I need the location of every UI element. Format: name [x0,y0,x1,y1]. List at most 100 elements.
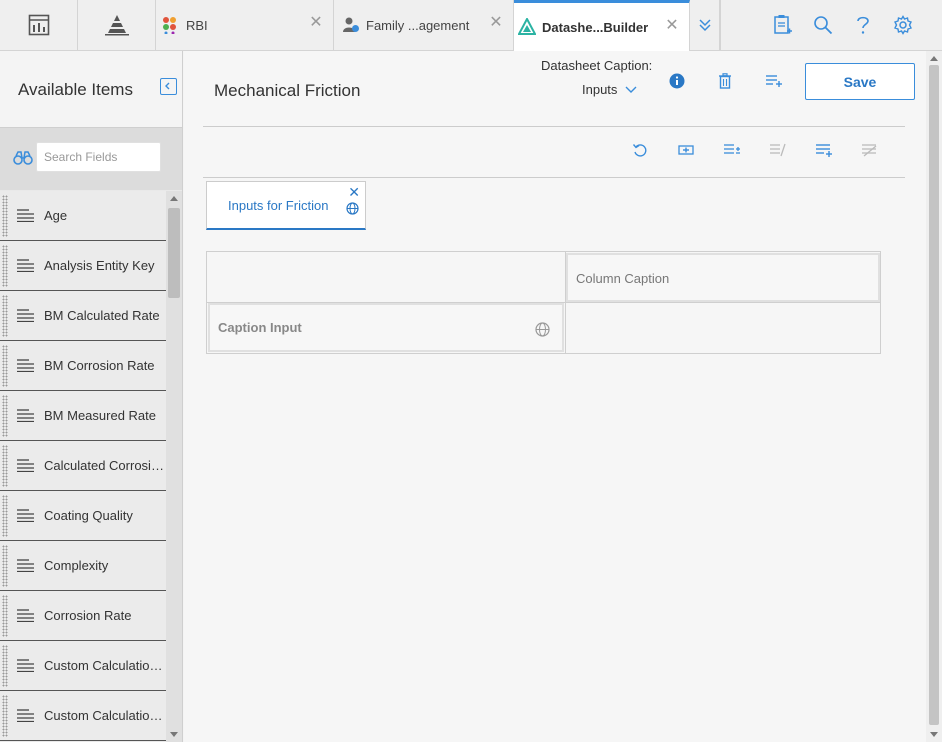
close-icon[interactable]: ✕ [665,18,679,34]
row-caption-cell[interactable]: Caption Input [208,303,564,352]
remove-row-button [860,141,880,159]
dashboard-button[interactable] [0,0,78,50]
section-tab-inputs-for-friction[interactable]: Inputs for Friction ✕ [206,181,366,230]
pyramid-icon [104,15,129,36]
list-item[interactable]: Corrosion Rate [0,591,166,641]
page-title: Mechanical Friction [214,81,361,100]
list-item[interactable]: Calculated Corrosion... [0,441,166,491]
list-item[interactable]: Custom Calculation P... [0,641,166,691]
info-button[interactable] [667,71,687,91]
drag-handle-icon[interactable] [2,445,8,487]
workspace-scrollbar[interactable] [926,51,942,742]
list-add-icon [766,75,782,87]
available-items-panel: Available Items Age Analysis Entity Key BM… [0,51,183,742]
field-label: BM Calculated Rate [44,308,160,323]
datasheet-caption-value: Inputs [582,82,618,97]
toolbar-divider [203,177,905,178]
list-item[interactable]: BM Calculated Rate [0,291,166,341]
text-field-icon [17,359,34,372]
help-button[interactable] [851,13,875,37]
search-button[interactable] [811,13,835,37]
list-item[interactable]: Analysis Entity Key [0,241,166,291]
datasheet-caption-label: Datasheet Caption: [541,58,653,73]
field-list-scrollbar[interactable] [166,191,182,742]
list-item[interactable]: BM Corrosion Rate [0,341,166,391]
drag-handle-icon[interactable] [2,595,8,637]
scroll-up-arrow[interactable] [930,56,938,61]
drag-handle-icon[interactable] [2,295,8,337]
add-column-button[interactable] [722,141,742,159]
undo-button[interactable] [630,141,650,159]
insert-row-button[interactable] [676,141,696,159]
add-row-button[interactable] [814,141,834,159]
scroll-up-arrow[interactable] [170,196,178,201]
datasheet-caption-dropdown[interactable]: Inputs [582,82,637,97]
queue-button[interactable] [771,13,795,37]
settings-button[interactable] [891,13,915,37]
tab-label: Datashe...Builder [542,19,649,35]
delete-datasheet-button[interactable] [715,71,735,91]
search-bar [0,128,182,190]
field-list: Age Analysis Entity Key BM Calculated Rate… [0,191,166,742]
close-icon[interactable]: ✕ [348,185,360,199]
list-item[interactable]: Coating Quality [0,491,166,541]
undo-icon [632,144,647,157]
list-item[interactable]: Age [0,191,166,241]
field-label: Custom Calculation P... [44,658,166,673]
add-row-icon [816,144,832,157]
field-label: Complexity [44,558,109,573]
text-field-icon [17,259,34,272]
field-label: Calculated Corrosion... [44,458,166,473]
drag-handle-icon[interactable] [2,245,8,287]
save-button[interactable]: Save [805,63,915,100]
close-icon[interactable]: ✕ [309,15,323,31]
drag-handle-icon[interactable] [2,345,8,387]
tab-datasheet-builder[interactable]: Datashe...Builder ✕ [514,0,690,51]
field-label: Analysis Entity Key [44,258,155,273]
globe-icon[interactable] [346,202,359,215]
text-field-icon [17,309,34,322]
field-label: BM Measured Rate [44,408,156,423]
grid-line [565,302,880,303]
insert-row-icon [678,145,694,155]
global-toolbar [720,0,942,50]
list-item[interactable]: Complexity [0,541,166,591]
add-section-button[interactable] [764,71,784,91]
drag-handle-icon[interactable] [2,695,8,737]
list-item[interactable]: Custom Calculation U... [0,691,166,741]
text-field-icon [17,709,34,722]
more-tabs-button[interactable] [690,0,720,50]
field-label: Coating Quality [44,508,133,523]
scroll-down-arrow[interactable] [170,732,178,737]
text-field-icon [17,509,34,522]
top-bar: RBI ✕ Family ...agement ✕ Datashe...Buil… [0,0,942,51]
column-caption-cell[interactable]: Column Caption [566,253,880,302]
scroll-down-arrow[interactable] [930,732,938,737]
drag-handle-icon[interactable] [2,645,8,687]
datasheet-builder-icon [518,18,536,35]
drag-handle-icon[interactable] [2,495,8,537]
collapse-panel-button[interactable] [160,78,177,95]
asset-hierarchy-button[interactable] [78,0,156,50]
remove-column-icon [770,143,786,157]
field-label: Corrosion Rate [44,608,132,623]
search-fields-input[interactable] [36,142,161,172]
drag-handle-icon[interactable] [2,395,8,437]
text-field-icon [17,459,34,472]
scrollbar-thumb[interactable] [929,65,939,725]
gear-icon [894,15,912,35]
close-icon[interactable]: ✕ [489,15,503,31]
panel-title: Available Items [18,80,133,99]
dashboard-icon [28,14,49,36]
tab-rbi[interactable]: RBI ✕ [156,0,334,50]
drag-handle-icon[interactable] [2,195,8,237]
text-field-icon [17,559,34,572]
globe-icon[interactable] [535,322,550,337]
add-column-icon [724,144,740,154]
drag-handle-icon[interactable] [2,545,8,587]
scrollbar-thumb[interactable] [168,208,180,298]
header-divider [203,126,905,127]
tab-family-management[interactable]: Family ...agement ✕ [334,0,514,50]
list-item[interactable]: BM Measured Rate [0,391,166,441]
datasheet-builder-workspace: Mechanical Friction Datasheet Caption: I… [184,51,942,742]
